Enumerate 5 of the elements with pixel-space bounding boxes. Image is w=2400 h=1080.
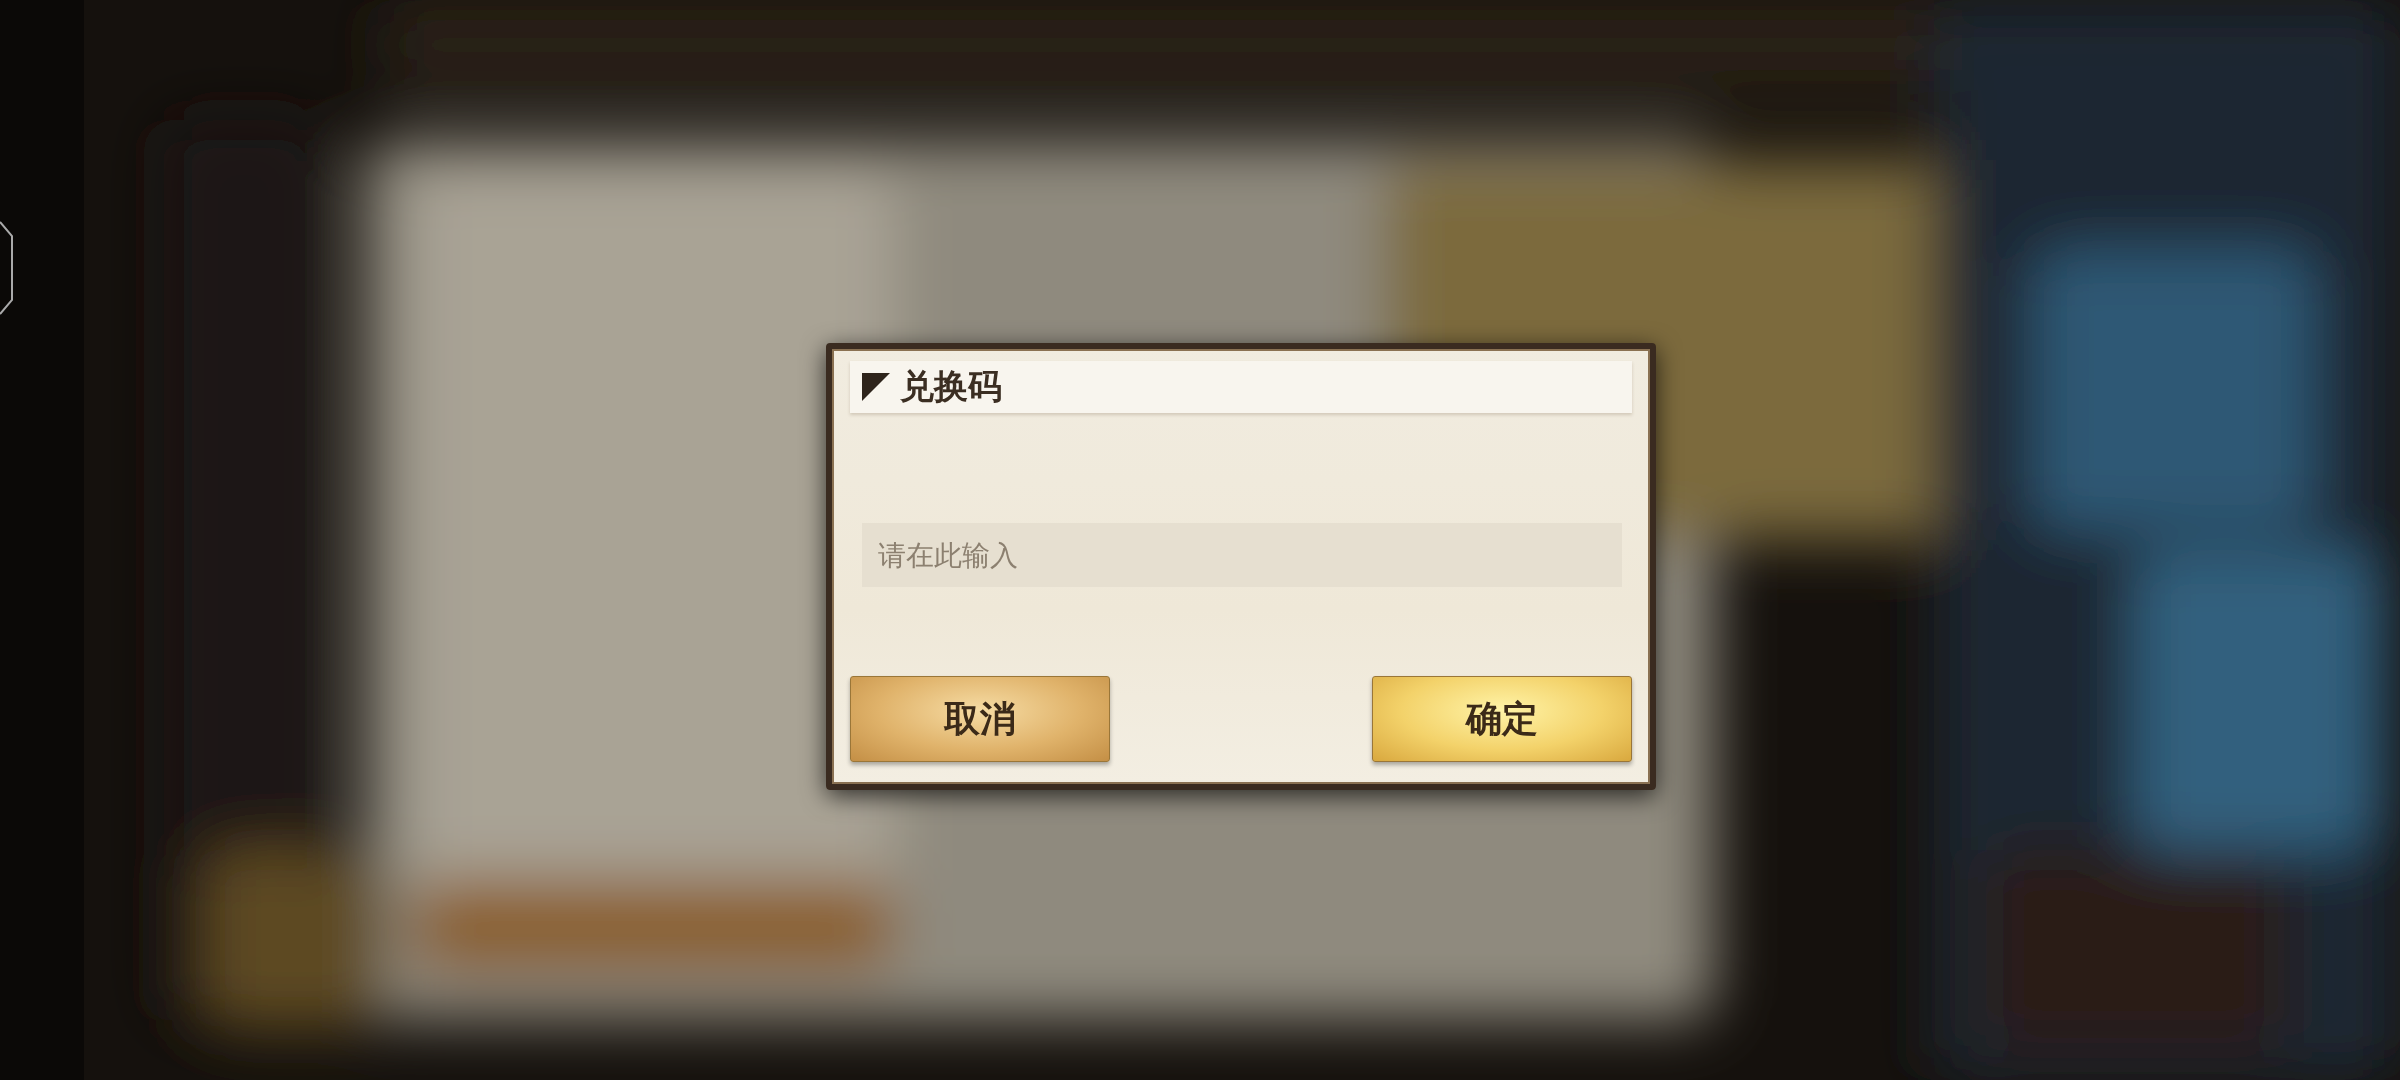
input-field[interactable]: 请在此输入 — [862, 523, 1622, 587]
dialog-title: 兑换码 — [900, 365, 1002, 408]
cancel-button[interactable]: 取消 — [850, 676, 1110, 762]
corner-icon — [862, 373, 890, 401]
confirm-button[interactable]: 确定 — [1372, 676, 1632, 762]
